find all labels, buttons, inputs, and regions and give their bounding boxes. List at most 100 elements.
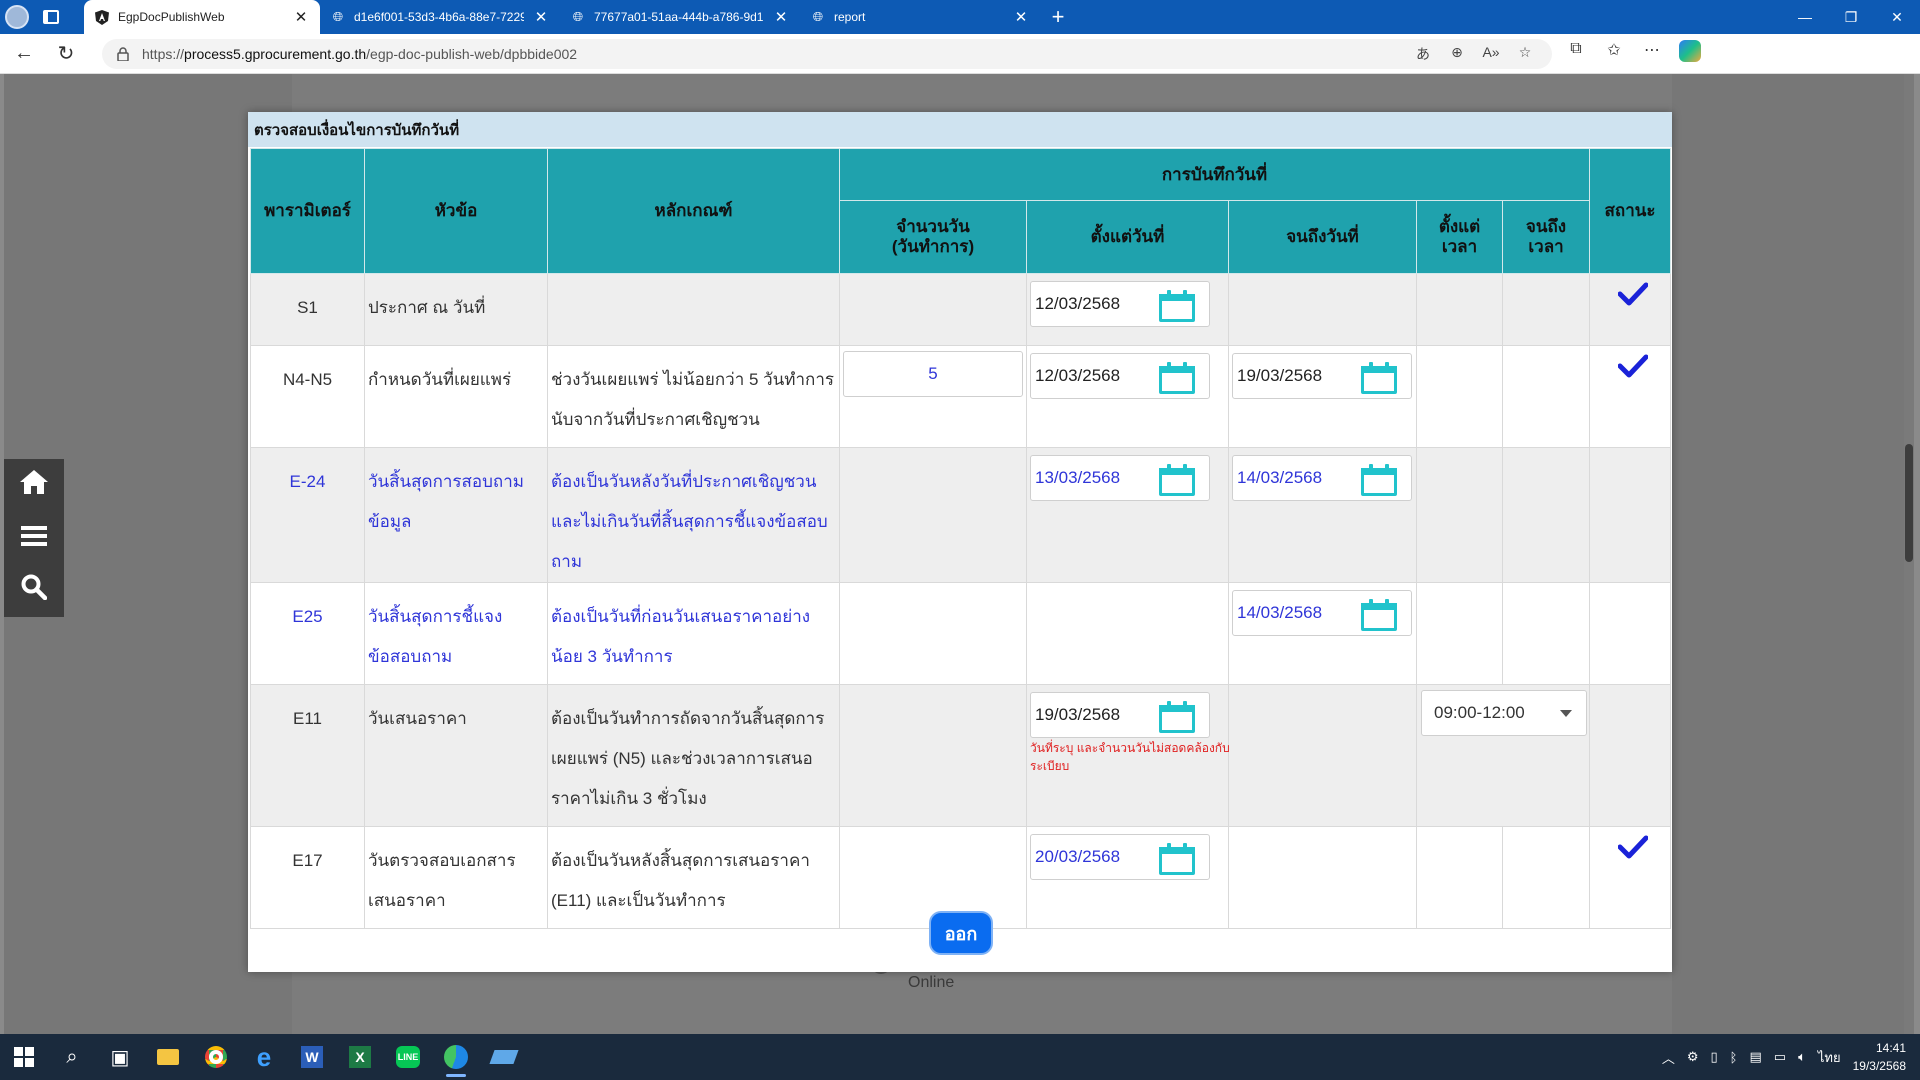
start-button[interactable] (0, 1034, 48, 1080)
home-icon[interactable] (19, 469, 49, 502)
search-icon[interactable] (21, 574, 48, 607)
globe-icon: 🌐︎ (572, 9, 584, 24)
copilot-icon[interactable] (1676, 40, 1704, 67)
network-app-icon[interactable]: ⚙ (1687, 1049, 1699, 1065)
header-param: พารามิเตอร์ (250, 148, 365, 274)
restore-icon[interactable]: ❐ (1828, 0, 1874, 34)
task-view-icon[interactable]: ▣ (96, 1034, 144, 1080)
from-date-value: 19/03/2568 (1035, 705, 1121, 724)
from-date-field[interactable]: 12/03/2568 (1030, 353, 1210, 399)
file-explorer-icon[interactable] (144, 1034, 192, 1080)
row-criteria: ต้องเป็นวันหลังสิ้นสุดการเสนอราคา (E11) … (551, 851, 810, 910)
refresh-button[interactable]: ↻ (48, 36, 84, 72)
table-row: E25 วันสิ้นสุดการชี้แจงข้อสอบถาม ต้องเป็… (250, 582, 1672, 685)
more-icon[interactable]: ⋯ (1638, 40, 1666, 67)
row-param: S1 (297, 298, 318, 317)
clock-time: 14:41 (1875, 1041, 1906, 1055)
read-aloud-icon[interactable]: A» (1478, 44, 1504, 64)
internet-explorer-icon[interactable]: e (240, 1034, 288, 1080)
calendar-icon[interactable] (1159, 701, 1195, 733)
to-date-field[interactable]: 14/03/2568 (1232, 455, 1412, 501)
exit-button[interactable]: ออก (929, 911, 993, 955)
tab-77677a01[interactable]: 🌐︎ 77677a01-51aa-444b-a786-9d19 ✕ (560, 0, 800, 34)
to-date-field[interactable]: 19/03/2568 (1232, 353, 1412, 399)
zoom-icon[interactable]: ⊕ (1444, 44, 1470, 64)
favorite-icon[interactable]: ☆ (1512, 44, 1538, 64)
calendar-icon[interactable] (1159, 290, 1195, 322)
clock[interactable]: 14:41 19/3/2568 (1853, 1039, 1906, 1075)
address-bar: ← ↻ https://process5.gprocurement.go.th/… (0, 34, 1920, 74)
line-icon[interactable]: LINE (384, 1034, 432, 1080)
floating-side-toolbar (4, 459, 64, 617)
row-param: E17 (292, 851, 323, 870)
date-error-message: วันที่ระบุ และจำนวนวันไม่สอดคล้องกับระเบ… (1030, 741, 1230, 773)
usb-icon[interactable]: ▯ (1711, 1049, 1718, 1065)
table-row: E-24 วันสิ้นสุดการสอบถามข้อมูล ต้องเป็นว… (250, 447, 1672, 583)
monitor-icon[interactable]: ▭ (1774, 1049, 1786, 1065)
volume-icon[interactable]: 🔈︎ (1798, 1049, 1806, 1065)
header-days: จำนวนวัน (วันทำการ) (839, 200, 1027, 274)
tab-d1e6f001[interactable]: 🌐︎ d1e6f001-53d3-4b6a-88e7-7229 ✕ (320, 0, 560, 34)
to-date-field[interactable]: 14/03/2568 (1232, 590, 1412, 636)
calendar-icon[interactable] (1361, 599, 1397, 631)
conditions-table: พารามิเตอร์ หัวข้อ หลักเกณฑ์ การบันทึกวั… (250, 148, 1672, 929)
new-tab-button[interactable]: + (1040, 0, 1076, 34)
search-taskbar-icon[interactable]: ⌕ (48, 1034, 96, 1080)
url-host: process5.gprocurement.go.th (184, 45, 367, 62)
row-param: E25 (292, 607, 323, 626)
extensions-icon[interactable]: ⧉ (1562, 40, 1590, 67)
bluetooth-icon[interactable]: ᛒ (1730, 1050, 1738, 1065)
snipping-tool-icon[interactable] (480, 1034, 528, 1080)
header-to-date: จนถึงวันที่ (1228, 200, 1417, 274)
translate-icon[interactable]: あ (1410, 44, 1436, 64)
profile-button[interactable] (0, 0, 34, 34)
system-tray: ︿ ⚙ ▯ ᛒ ▤ ▭ 🔈︎ ไทย 14:41 19/3/2568 (1662, 1034, 1906, 1080)
from-date-field[interactable]: 19/03/2568 (1030, 692, 1210, 738)
row-topic: วันสิ้นสุดการชี้แจงข้อสอบถาม (368, 607, 503, 666)
tab-label: d1e6f001-53d3-4b6a-88e7-7229 (354, 10, 524, 24)
close-tab-icon[interactable]: ✕ (292, 8, 310, 26)
lock-icon (116, 46, 130, 61)
language-indicator[interactable]: ไทย (1818, 1047, 1841, 1068)
close-tab-icon[interactable]: ✕ (772, 8, 790, 26)
browser-tab-bar: EgpDocPublishWeb ✕ 🌐︎ d1e6f001-53d3-4b6a… (0, 0, 1920, 34)
edge-icon[interactable] (432, 1034, 480, 1080)
close-tab-icon[interactable]: ✕ (1012, 8, 1030, 26)
tab-actions-button[interactable] (34, 0, 68, 34)
minimize-icon[interactable]: — (1782, 0, 1828, 34)
row-criteria: ต้องเป็นวันทำการถัดจากวันสิ้นสุดการเผยแพ… (551, 709, 825, 808)
url-field[interactable]: https://process5.gprocurement.go.th/egp-… (102, 38, 1552, 69)
calendar-icon[interactable] (1361, 362, 1397, 394)
to-date-value: 19/03/2568 (1237, 366, 1323, 385)
from-date-field[interactable]: 20/03/2568 (1030, 834, 1210, 880)
word-icon[interactable]: W (288, 1034, 336, 1080)
tab-label: report (834, 10, 866, 24)
from-date-field[interactable]: 13/03/2568 (1030, 455, 1210, 501)
back-button[interactable]: ← (6, 36, 42, 72)
close-tab-icon[interactable]: ✕ (532, 8, 550, 26)
tab-report[interactable]: 🌐︎ report ✕ (800, 0, 1040, 34)
chrome-icon[interactable] (192, 1034, 240, 1080)
menu-icon[interactable] (21, 522, 47, 554)
chevron-up-icon[interactable]: ︿ (1662, 1048, 1675, 1067)
time-range-select[interactable]: 09:00-12:00 (1421, 690, 1587, 736)
calendar-icon[interactable] (1361, 464, 1397, 496)
calendar-icon[interactable] (1159, 362, 1195, 394)
favorites-icon[interactable]: ✩ (1600, 40, 1628, 67)
check-icon (1618, 354, 1649, 378)
tab-egpdocpublishweb[interactable]: EgpDocPublishWeb ✕ (84, 0, 320, 34)
url-tools: あ ⊕ A» ☆ (1410, 44, 1538, 64)
calendar-icon[interactable] (1159, 464, 1195, 496)
globe-icon: 🌐︎ (812, 9, 824, 24)
date-conditions-modal: ตรวจสอบเงื่อนไขการบันทึกวันที่ พารามิเตอ… (248, 112, 1672, 972)
from-date-field[interactable]: 12/03/2568 (1030, 281, 1210, 327)
scrollbar-thumb[interactable] (1905, 444, 1913, 562)
days-input[interactable]: 5 (843, 351, 1023, 397)
antivirus-icon[interactable]: ▤ (1749, 1049, 1761, 1065)
calendar-icon[interactable] (1159, 843, 1195, 875)
row-topic: กำหนดวันที่เผยแพร่ (368, 370, 512, 389)
excel-icon[interactable]: X (336, 1034, 384, 1080)
close-window-icon[interactable]: ✕ (1874, 0, 1920, 34)
browser-toolbar: ⧉ ✩ ⋯ (1562, 40, 1704, 67)
page-scrollbar[interactable] (1904, 74, 1914, 1034)
